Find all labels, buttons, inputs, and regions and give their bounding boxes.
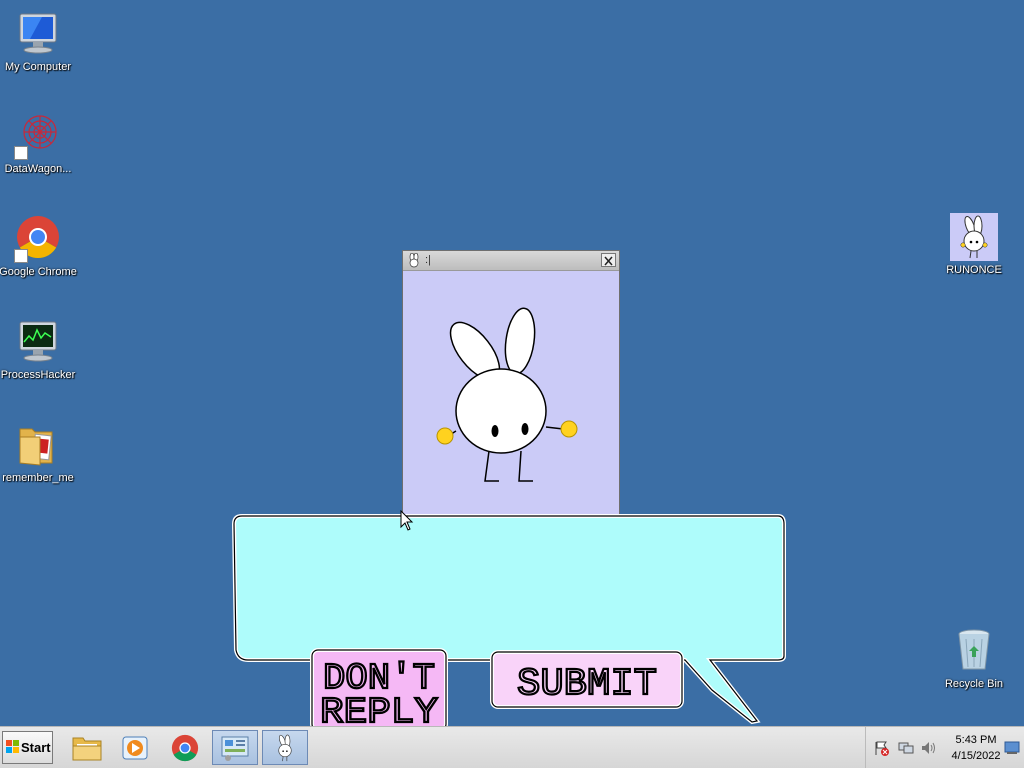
shortcut-arrow-icon xyxy=(14,249,28,263)
taskbar: Start 5:43 PM 4/15/2022 xyxy=(0,726,1024,768)
dont-reply-button[interactable]: DON'T REPLY xyxy=(310,648,448,730)
speech-bubble: DON'T REPLY SUBMIT xyxy=(231,514,786,730)
desktop-icon-runonce[interactable]: RUNONCE xyxy=(934,213,1014,277)
desktop-icon-label: My Computer xyxy=(4,61,72,73)
chrome-icon xyxy=(171,734,199,761)
recycle-bin-icon xyxy=(950,627,998,675)
desktop-icon-label: DataWagon... xyxy=(4,163,72,175)
taskbar-bunny-button[interactable] xyxy=(262,730,308,765)
action-center-icon[interactable] xyxy=(874,740,890,756)
media-player-icon xyxy=(122,736,148,759)
taskbar-explorer-button[interactable] xyxy=(64,730,110,765)
explorer-icon xyxy=(72,737,102,760)
submit-button[interactable]: SUBMIT xyxy=(490,650,684,709)
show-desktop-icon[interactable] xyxy=(1004,739,1020,755)
volume-icon[interactable] xyxy=(921,740,937,756)
taskbar-chrome-button[interactable] xyxy=(162,730,208,765)
desktop-icon-label: ProcessHacker xyxy=(0,369,76,381)
chrome-icon xyxy=(14,215,62,263)
shortcut-arrow-icon xyxy=(14,146,28,160)
clock-time[interactable]: 5:43 PM xyxy=(946,734,1006,746)
bunny-icon xyxy=(950,213,998,261)
start-button[interactable]: Start xyxy=(2,731,53,764)
desktop-icon-remember-me[interactable]: remember_me xyxy=(0,421,78,485)
network-icon[interactable] xyxy=(898,740,914,756)
desktop-icon-google-chrome[interactable]: Google Chrome xyxy=(0,215,78,279)
bunny-icon xyxy=(406,252,422,268)
clock-date[interactable]: 4/15/2022 xyxy=(942,750,1010,762)
desktop-icon-label: remember_me xyxy=(2,472,74,484)
control-panel-icon xyxy=(221,736,249,761)
folder-icon xyxy=(14,421,62,469)
desktop-icon-label: RUNONCE xyxy=(946,264,1002,276)
my-computer-icon xyxy=(14,10,62,58)
desktop-icon-my-computer[interactable]: My Computer xyxy=(0,10,78,74)
submit-label: SUBMIT xyxy=(517,663,657,706)
desktop-icon-recycle-bin[interactable]: Recycle Bin xyxy=(934,627,1014,691)
taskbar-control-panel-button[interactable] xyxy=(212,730,258,765)
windows-logo-icon xyxy=(6,740,20,754)
datawagon-icon xyxy=(14,112,62,160)
desktop-icon-datawagon[interactable]: DataWagon... xyxy=(0,112,78,176)
start-label: Start xyxy=(21,740,51,755)
desktop-icon-label: Google Chrome xyxy=(0,266,77,278)
taskbar-media-player-button[interactable] xyxy=(112,730,158,765)
mouse-cursor-icon xyxy=(400,510,414,531)
dont-reply-label-line2: REPLY xyxy=(320,692,438,730)
window-titlebar[interactable]: :| xyxy=(403,251,619,271)
bunny-icon xyxy=(278,734,292,761)
bunny-illustration xyxy=(436,307,578,482)
process-hacker-icon xyxy=(14,318,62,366)
bunny-window: :| xyxy=(402,250,620,515)
window-title: :| xyxy=(425,254,431,266)
close-icon[interactable] xyxy=(601,253,616,267)
system-tray: 5:43 PM 4/15/2022 xyxy=(865,727,1024,768)
desktop-icon-label: Recycle Bin xyxy=(944,678,1004,690)
desktop-icon-processhacker[interactable]: ProcessHacker xyxy=(0,318,78,382)
